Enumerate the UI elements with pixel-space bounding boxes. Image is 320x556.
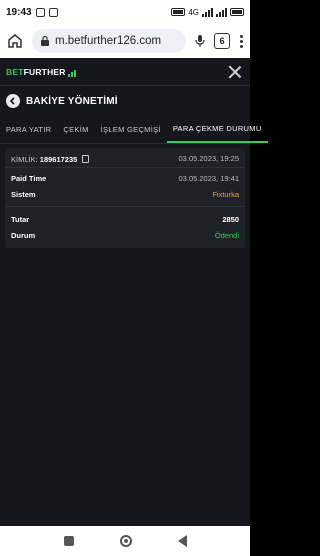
status-left: 19:43	[6, 7, 58, 18]
copy-icon[interactable]	[82, 154, 90, 163]
transaction-id-row: KİMLİK: 189617235 03.05.2023, 19:25	[5, 150, 245, 168]
logo[interactable]: BET FURTHER	[6, 67, 76, 77]
tab-para-cekme-durumu[interactable]: PARA ÇEKME DURUMU	[166, 116, 268, 143]
signal-icon	[202, 7, 213, 17]
logo-part-2: FURTHER	[23, 66, 66, 77]
network-type: 4G	[188, 7, 199, 17]
back-button[interactable]	[6, 94, 20, 108]
status-right: 4G	[171, 7, 244, 17]
app-header: BET FURTHER	[0, 58, 250, 86]
system-row: Sistem Fixturka	[5, 186, 245, 202]
mic-icon	[195, 35, 205, 47]
status-label: Durum	[11, 230, 36, 240]
transaction-id-group: KİMLİK: 189617235	[11, 154, 90, 164]
amount-row: Tutar 2850	[5, 211, 245, 227]
card-divider	[5, 206, 245, 207]
tab-switcher-button[interactable]: 6	[214, 33, 230, 49]
home-button[interactable]	[4, 30, 26, 52]
tab-bar: PARA YATIR ÇEKİM İŞLEM GEÇMİŞİ PARA ÇEKM…	[0, 116, 268, 144]
logo-part-1: BET	[6, 66, 24, 77]
home-icon	[8, 34, 22, 48]
status-row: Durum Ödendi	[5, 227, 245, 243]
chevron-left-icon	[9, 97, 15, 105]
app-container: BET FURTHER BAKİYE YÖNETİMİ PARA YATIR Ç…	[0, 58, 268, 526]
paid-time-label: Paid Time	[11, 173, 47, 183]
battery-saver-icon	[171, 8, 186, 16]
status-time: 19:43	[6, 6, 32, 18]
section-header: BAKİYE YÖNETİMİ	[0, 86, 250, 116]
status-value: Ödendi	[214, 230, 239, 240]
back-nav-button[interactable]	[177, 535, 187, 547]
notification-icon	[35, 7, 45, 17]
system-label: Sistem	[11, 189, 36, 199]
browser-menu-button[interactable]	[236, 30, 246, 52]
paid-time-value: 03.05.2023, 19:41	[178, 173, 239, 183]
system-navigation-bar	[0, 526, 250, 556]
tab-cekim[interactable]: ÇEKİM	[57, 116, 94, 143]
tab-islem-gecmisi[interactable]: İŞLEM GEÇMİŞİ	[95, 116, 167, 143]
signal-icon-2	[216, 7, 227, 17]
recent-apps-button[interactable]	[63, 536, 74, 546]
created-at: 03.05.2023, 19:25	[178, 154, 239, 163]
site-info-icon[interactable]	[40, 35, 50, 47]
browser-toolbar: m.betfurther126.com 6	[0, 24, 250, 58]
tab-para-yatir[interactable]: PARA YATIR	[0, 116, 57, 143]
notification-icon-2	[48, 7, 58, 17]
close-button[interactable]	[228, 65, 242, 79]
id-label: KİMLİK:	[11, 154, 38, 164]
page-title: BAKİYE YÖNETİMİ	[26, 95, 118, 107]
voice-search-button[interactable]	[192, 30, 208, 52]
amount-label: Tutar	[11, 214, 30, 224]
paid-time-row: Paid Time 03.05.2023, 19:41	[5, 170, 245, 186]
address-bar[interactable]: m.betfurther126.com	[32, 29, 186, 53]
amount-value: 2850	[222, 214, 239, 224]
id-value: 189617235	[39, 154, 78, 164]
battery-icon	[230, 8, 244, 16]
home-nav-button[interactable]	[119, 535, 132, 547]
logo-bars-icon	[67, 69, 76, 77]
transaction-card: KİMLİK: 189617235 03.05.2023, 19:25 Paid…	[5, 148, 245, 248]
url-text: m.betfurther126.com	[55, 35, 162, 47]
status-bar: 19:43 4G	[0, 0, 250, 24]
system-value: Fixturka	[212, 189, 239, 199]
